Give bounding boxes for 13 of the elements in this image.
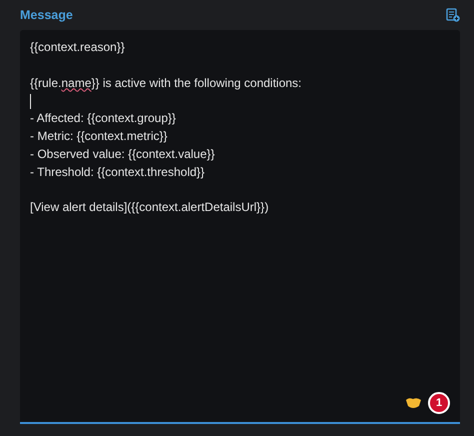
notification-badge[interactable]: 1: [428, 392, 450, 414]
text-line: - Metric: {{context.metric}}: [30, 128, 168, 145]
message-field[interactable]: [20, 30, 460, 424]
text-line: {{context.reason}}: [30, 39, 126, 56]
text-line: {{rule.name}} is active with the following conditions:: [30, 74, 303, 92]
text-cursor: [30, 94, 31, 109]
text-line: - Observed value: {{context.value}}: [30, 146, 216, 163]
text-line: - Affected: {{context.group}}: [30, 110, 177, 128]
hand-icon[interactable]: [405, 397, 422, 409]
text-line: - Threshold: {{context.threshold}}: [30, 164, 206, 181]
text-line: [View alert details]({{context.alertDetailsUrl}}): [30, 199, 270, 216]
document-add-icon[interactable]: [446, 8, 460, 22]
field-label: Message: [20, 8, 73, 22]
